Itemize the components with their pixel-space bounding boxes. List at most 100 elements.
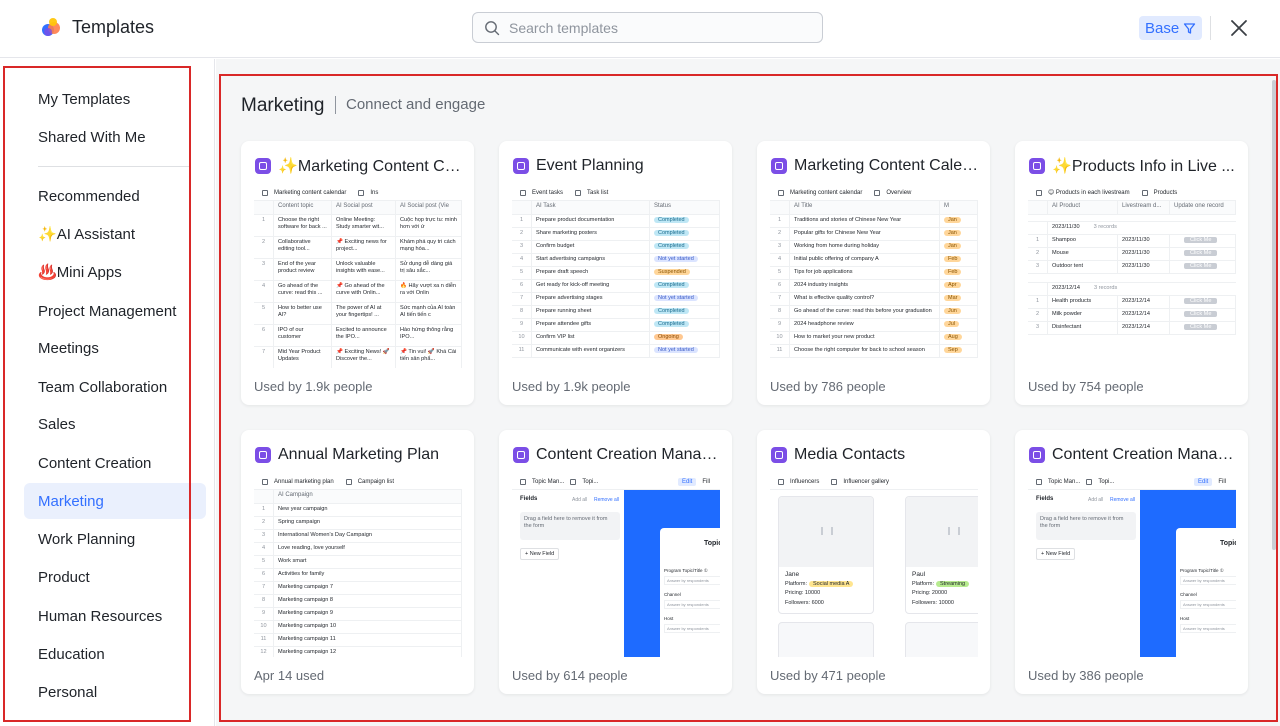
influencer-card-placeholder bbox=[778, 622, 874, 657]
row-number: 11 bbox=[254, 634, 274, 646]
group-count: 3 records bbox=[1093, 224, 1117, 230]
template-card[interactable]: Media Contacts Influencers Influencer gall… bbox=[757, 430, 990, 694]
new-field-button[interactable]: + New Field bbox=[1036, 548, 1076, 560]
template-preview: Topic Man... Topi... Edit Fill Fields Add all… bbox=[1028, 474, 1236, 657]
form-sheet-hint: Answer by respondents bbox=[664, 600, 720, 609]
sidebar-item-meetings[interactable]: Meetings bbox=[24, 330, 206, 366]
sidebar-item-mini-apps[interactable]: ♨️ Mini Apps bbox=[24, 254, 206, 290]
preview-table-name: Annual marketing plan bbox=[274, 478, 334, 485]
add-all-link[interactable]: Add all bbox=[1088, 497, 1103, 503]
template-card[interactable]: Content Creation Manag... Topic Man... Top… bbox=[499, 430, 732, 694]
search-input[interactable] bbox=[509, 17, 809, 39]
preview-table-name: 😊 Products in each livestream bbox=[1048, 190, 1130, 196]
base-filter-button[interactable]: Base bbox=[1139, 16, 1203, 40]
preview-header-row: AI Task Status bbox=[512, 201, 720, 215]
template-card[interactable]: ✨Products Info in Live ... 😊 Products in … bbox=[1015, 141, 1248, 405]
search-box[interactable] bbox=[472, 12, 823, 43]
sidebar-item-label: Recommended bbox=[38, 187, 140, 205]
add-all-link[interactable]: Add all bbox=[572, 497, 587, 503]
followers-line: Followers: 10000 bbox=[912, 600, 954, 606]
preview-row: 3 Working from home during holiday Jan bbox=[770, 241, 978, 254]
month-cell: Jul bbox=[940, 319, 978, 331]
sidebar-item-label: Work Planning bbox=[38, 530, 136, 548]
preview-cell: Activities for family bbox=[274, 569, 462, 581]
sidebar-item-marketing[interactable]: Marketing bbox=[24, 483, 206, 519]
sidebar-item-recommended[interactable]: Recommended bbox=[24, 178, 206, 214]
click-me-button[interactable]: Click Me bbox=[1184, 311, 1218, 317]
preview-column-header: AI Social post bbox=[332, 201, 396, 214]
preview-toolbar: Marketing content calendar Overview bbox=[770, 185, 978, 201]
sidebar-item-personal[interactable]: Personal bbox=[24, 674, 206, 710]
sidebar-item-human-resources[interactable]: Human Resources bbox=[24, 598, 206, 634]
table-icon bbox=[262, 189, 268, 196]
preview-toolbar: Event tasks Task list bbox=[512, 185, 720, 201]
row-number: 7 bbox=[512, 293, 532, 305]
influencer-card[interactable]: Paul Platform: Streaming Pricing: 20000 Foll… bbox=[905, 496, 978, 614]
base-app-icon bbox=[1029, 447, 1045, 463]
template-card-title: Media Contacts bbox=[771, 444, 981, 466]
sidebar-item-shared-with-me[interactable]: Shared With Me bbox=[24, 119, 206, 155]
close-icon[interactable] bbox=[1229, 18, 1249, 38]
template-card[interactable]: Annual Marketing Plan Annual marketing pl… bbox=[241, 430, 474, 694]
preview-row: 9 Marketing campaign 9 bbox=[254, 608, 462, 621]
fill-tab[interactable]: Fill bbox=[1218, 479, 1226, 485]
template-title-text: Content Creation Manag... bbox=[536, 446, 723, 463]
row-number: 4 bbox=[770, 254, 790, 266]
template-card[interactable]: Marketing Content Calen... Marketing cont… bbox=[757, 141, 990, 405]
fill-tab[interactable]: Fill bbox=[702, 479, 710, 485]
click-me-button[interactable]: Click Me bbox=[1184, 250, 1218, 256]
sidebar-item-my-templates[interactable]: My Templates bbox=[24, 81, 206, 117]
sidebar-item-content-creation[interactable]: Content Creation bbox=[24, 445, 206, 481]
preview-row: 4 Start advertising campaigns Not yet star… bbox=[512, 254, 720, 267]
preview-header-row: AI Product Livestream d... Update one reco… bbox=[1028, 201, 1236, 215]
sidebar-item-label: Human Resources bbox=[38, 607, 163, 625]
row-number: 11 bbox=[512, 345, 532, 357]
new-field-button[interactable]: + New Field bbox=[520, 548, 560, 560]
sidebar-item-team-collaboration[interactable]: Team Collaboration bbox=[24, 369, 206, 405]
image-placeholder-icon bbox=[948, 527, 960, 535]
month-tag: Feb bbox=[944, 269, 962, 275]
form-sheet-field: Program Topic/Title ① bbox=[664, 568, 708, 573]
click-me-button[interactable]: Click Me bbox=[1184, 237, 1218, 243]
preview-row: 3 Outdoor tent 2023/11/30 Click Me bbox=[1028, 261, 1236, 274]
view-icon bbox=[345, 478, 352, 485]
row-number: 9 bbox=[770, 319, 790, 331]
template-card[interactable]: Content Creation Manag... Topic Man... Top… bbox=[1015, 430, 1248, 694]
sidebar-item-product[interactable]: Product bbox=[24, 559, 206, 595]
table-icon bbox=[520, 189, 526, 196]
sidebar-item-sales[interactable]: Sales bbox=[24, 406, 206, 442]
preview-view-name: Influencer gallery bbox=[843, 478, 890, 485]
click-me-button[interactable]: Click Me bbox=[1184, 324, 1218, 330]
hot-spring-icon: ♨️ bbox=[38, 264, 57, 281]
preview-cell: Marketing campaign 7 bbox=[274, 582, 462, 594]
preview-row: 9 2024 headphone review Jul bbox=[770, 319, 978, 332]
sidebar-item-project-management[interactable]: Project Management bbox=[24, 293, 206, 329]
click-me-button[interactable]: Click Me bbox=[1184, 263, 1218, 269]
sidebar-item-education[interactable]: Education bbox=[24, 636, 206, 672]
sidebar-item-label: AI Assistant bbox=[56, 225, 136, 243]
preview-toolbar: Topic Man... Topi... Edit Fill bbox=[1028, 474, 1236, 490]
influencer-card[interactable]: Jane Platform: Social media A Pricing: 1000… bbox=[778, 496, 874, 614]
templates-logo-icon bbox=[42, 18, 60, 36]
scrollbar[interactable] bbox=[1272, 80, 1276, 550]
month-tag: Jan bbox=[944, 243, 961, 249]
remove-all-link[interactable]: Remove all bbox=[594, 497, 619, 503]
template-title-text: Event Planning bbox=[536, 157, 644, 174]
status-cell: Not yet started bbox=[650, 293, 720, 305]
row-number: 10 bbox=[254, 621, 274, 633]
preview-row: 2 Share marketing posters Completed bbox=[512, 228, 720, 241]
template-card-title: ✨Products Info in Live ... bbox=[1029, 155, 1239, 177]
remove-all-link[interactable]: Remove all bbox=[1110, 497, 1135, 503]
row-number: 3 bbox=[512, 241, 532, 253]
click-me-button[interactable]: Click Me bbox=[1184, 298, 1218, 304]
sidebar-item-work-planning[interactable]: Work Planning bbox=[24, 521, 206, 557]
edit-tab[interactable]: Edit bbox=[1193, 477, 1213, 486]
section-subtitle: Connect and engage bbox=[335, 96, 485, 114]
form-sheet: Topic Program Topic/Title ① Answer by resp… bbox=[660, 528, 720, 657]
template-card[interactable]: Event Planning Event tasks Task list AI Tas… bbox=[499, 141, 732, 405]
template-card[interactable]: ✨Marketing Content Ca... Marketing conten… bbox=[241, 141, 474, 405]
sidebar-item-ai-assistant[interactable]: ✨ AI Assistant bbox=[24, 216, 206, 252]
preview-cell: 📌 Exciting News! 🚀 Discover the... bbox=[332, 347, 396, 368]
group-header: 2023/11/30 3 records bbox=[1028, 221, 1236, 235]
edit-tab[interactable]: Edit bbox=[677, 477, 697, 486]
